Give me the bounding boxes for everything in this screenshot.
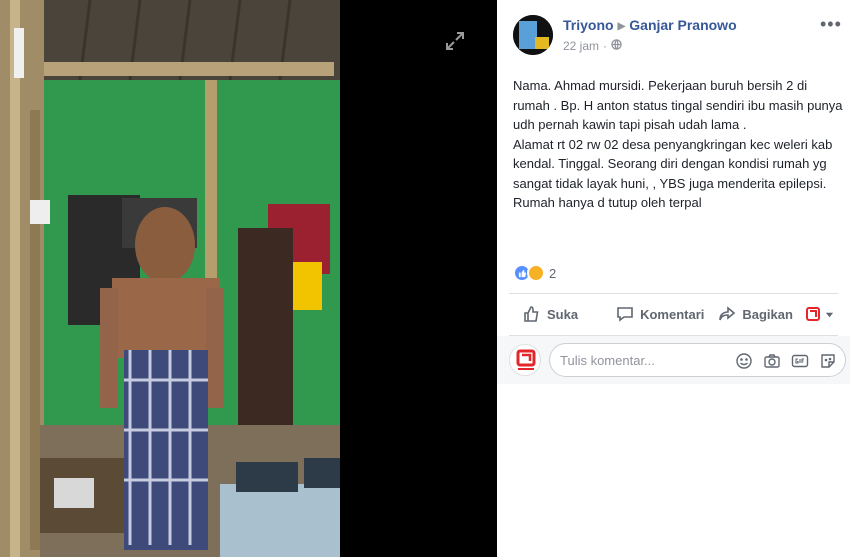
comment-tools <box>735 352 837 370</box>
sticker-icon[interactable] <box>819 352 837 370</box>
sad-reaction-icon <box>527 264 545 282</box>
target-page-name[interactable]: Ganjar Pranowo <box>629 17 736 33</box>
caret-down-icon <box>825 312 834 317</box>
post-timestamp[interactable]: 22 jam <box>563 39 599 53</box>
thumbs-up-icon <box>524 306 539 322</box>
post-meta: 22 jam · <box>563 39 622 53</box>
page-logo-icon <box>806 307 820 321</box>
expand-icon[interactable] <box>444 30 466 52</box>
gif-icon[interactable] <box>791 352 809 370</box>
post-photo[interactable] <box>0 0 340 557</box>
share-icon <box>719 306 736 321</box>
reaction-count: 2 <box>549 265 557 281</box>
middle-dot: · <box>603 39 608 53</box>
more-options-icon[interactable]: ••• <box>820 14 842 35</box>
like-button[interactable]: Suka <box>523 305 578 323</box>
photo-viewer <box>0 0 497 557</box>
page-selector[interactable] <box>805 306 834 322</box>
comment-placeholder: Tulis komentar... <box>560 353 655 368</box>
comment-button[interactable]: Komentari <box>616 305 704 323</box>
reaction-summary[interactable]: 2 <box>513 264 556 282</box>
author-name[interactable]: Triyono <box>563 17 614 33</box>
comment-composer: Tulis komentar... <box>497 336 850 384</box>
post-actions: Suka Komentari Bagikan <box>509 298 838 330</box>
share-label: Bagikan <box>742 306 793 322</box>
post-header-names: Triyono ▶ Ganjar Pranowo <box>563 17 737 33</box>
share-button[interactable]: Bagikan <box>718 305 793 323</box>
comment-input[interactable]: Tulis komentar... <box>549 343 846 377</box>
divider <box>509 293 838 294</box>
post-text: Nama. Ahmad mursidi. Pekerjaan buruh ber… <box>513 78 843 210</box>
globe-icon[interactable] <box>611 39 622 53</box>
emoji-icon[interactable] <box>735 352 753 370</box>
commenter-avatar[interactable] <box>509 344 541 376</box>
comment-label: Komentari <box>640 306 705 322</box>
author-avatar[interactable] <box>513 15 553 55</box>
arrow-right-icon: ▶ <box>617 21 626 32</box>
like-label: Suka <box>547 306 579 322</box>
post-panel: Triyono ▶ Ganjar Pranowo 22 jam · ••• Nama… <box>497 0 850 557</box>
comment-icon <box>617 307 633 322</box>
camera-icon[interactable] <box>763 352 781 370</box>
